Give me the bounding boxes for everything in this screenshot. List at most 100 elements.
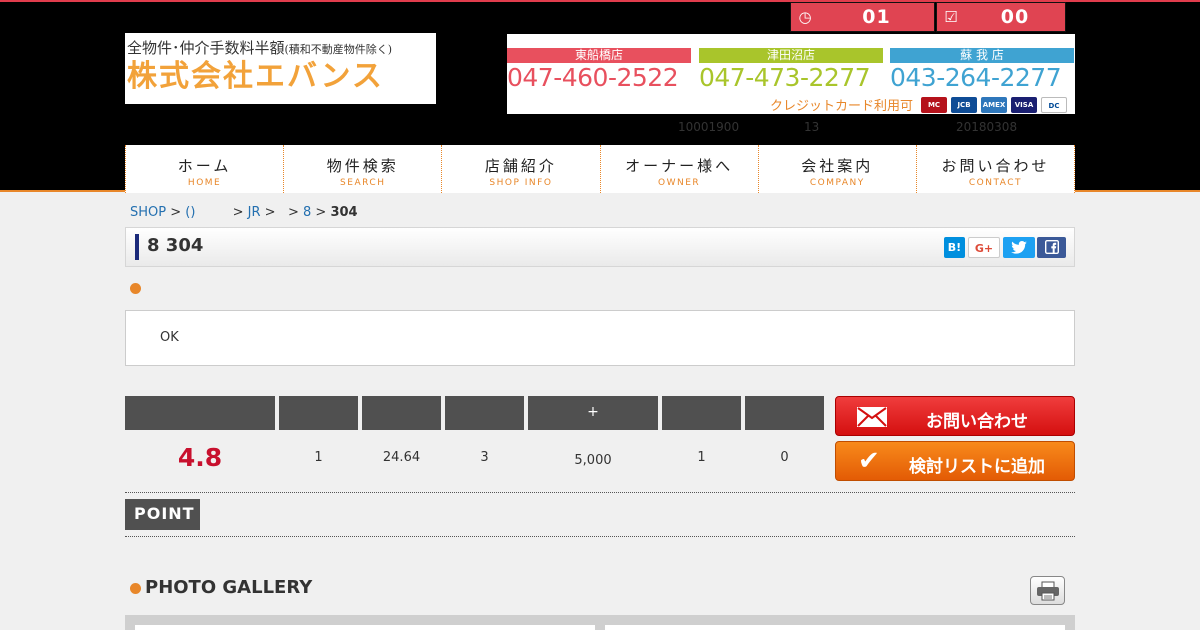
gallery-photo[interactable]	[605, 625, 1065, 630]
clock-icon: ◷	[798, 8, 812, 26]
credit-card-note: クレジットカード利用可	[769, 99, 913, 114]
nav-label: ホーム	[177, 157, 232, 175]
nav-sublabel: CONTACT	[968, 178, 1023, 188]
printer-icon	[1036, 581, 1059, 601]
shop-name: 東船橋店	[507, 48, 691, 63]
hatena-share-button[interactable]: B!	[944, 237, 965, 258]
nav-sublabel: HOME	[187, 178, 222, 188]
spec-header	[662, 396, 741, 430]
twitter-icon	[1011, 241, 1027, 254]
breadcrumb-separator: > >	[260, 205, 303, 220]
nav-sublabel: COMPANY	[809, 178, 865, 188]
section-bullet-icon	[130, 283, 141, 294]
saved-list-count: 00	[1000, 6, 1030, 28]
spec-value: 1	[314, 450, 323, 465]
page-title: 8 304	[147, 235, 204, 256]
mastercard-icon: MC	[921, 96, 947, 113]
visa-icon: VISA	[1011, 96, 1037, 113]
spec-header	[279, 396, 358, 430]
property-note-box: OK	[125, 310, 1075, 366]
checkbox-icon: ☑	[944, 8, 958, 26]
print-button[interactable]	[1030, 576, 1065, 605]
add-to-list-button-label: 検討リストに追加	[909, 457, 1045, 477]
photo-gallery-title: PHOTO GALLERY	[145, 577, 313, 598]
spec-header	[745, 396, 824, 430]
breadcrumb: SHOP > () > JR > > 8 > 304	[130, 205, 358, 220]
spec-header	[445, 396, 524, 430]
breadcrumb-line[interactable]: JR	[248, 205, 261, 220]
facebook-icon	[1044, 240, 1059, 254]
shop-soga[interactable]: 蘇 我 店 043-264-2277	[890, 48, 1074, 93]
nav-label: お問い合わせ	[941, 157, 1050, 175]
add-to-list-button[interactable]: ✔ 検討リストに追加	[835, 441, 1075, 481]
nav-label: 物件検索	[326, 157, 399, 175]
nav-label: オーナー様へ	[625, 157, 734, 175]
breadcrumb-separator: >	[166, 205, 186, 220]
shop-name: 津田沼店	[699, 48, 883, 63]
shop-phone: 047-473-2277	[699, 63, 871, 92]
title-accent-bar	[135, 234, 139, 260]
meta-value: 13	[804, 120, 820, 134]
spec-value: 5,000	[574, 453, 612, 468]
breadcrumb-separator: >	[195, 205, 248, 220]
spec-value: 24.64	[382, 450, 421, 465]
amex-icon: AMEX	[981, 96, 1007, 113]
spec-value: 0	[780, 450, 789, 465]
spec-value: 3	[480, 450, 489, 465]
nav-home[interactable]: ホーム HOME	[126, 145, 285, 193]
property-note-text: OK	[160, 330, 179, 345]
nav-owner[interactable]: オーナー様へ OWNER	[601, 145, 759, 193]
meta-value: 20180308	[956, 120, 1018, 134]
google-plus-share-button[interactable]: G+	[968, 237, 1000, 258]
nav-shop-info[interactable]: 店舗紹介 SHOP INFO	[442, 145, 601, 193]
spec-header: +	[528, 396, 658, 430]
diners-icon: DC	[1041, 96, 1067, 113]
breadcrumb-current: 304	[330, 205, 358, 220]
property-title-bar: 8 304 B! G+	[125, 227, 1075, 267]
jcb-icon: JCB	[951, 96, 977, 113]
logo-company-name: 株式会社エバンス	[127, 59, 384, 94]
saved-list-counter[interactable]: ☑ 00	[936, 2, 1066, 32]
nav-sublabel: SHOP INFO	[489, 178, 553, 188]
nav-label: 店舗紹介	[484, 157, 557, 175]
shop-phone-banner: 東船橋店 047-460-2522 津田沼店 047-473-2277 蘇 我 …	[507, 34, 1075, 114]
shop-name: 蘇 我 店	[890, 48, 1074, 63]
divider	[125, 536, 1075, 537]
shop-tsudanuma[interactable]: 津田沼店 047-473-2277	[699, 48, 883, 93]
view-history-counter[interactable]: ◷ 01	[790, 2, 935, 32]
shop-phone: 047-460-2522	[507, 63, 679, 92]
breadcrumb-shop[interactable]: SHOP	[130, 205, 166, 220]
gallery-photo[interactable]	[135, 625, 595, 630]
spec-header	[362, 396, 441, 430]
nav-search[interactable]: 物件検索 SEARCH	[284, 145, 443, 193]
twitter-share-button[interactable]	[1003, 237, 1035, 258]
nav-label: 会社案内	[801, 157, 874, 175]
shop-phone: 043-264-2277	[890, 63, 1062, 92]
main-nav: ホーム HOME 物件検索 SEARCH 店舗紹介 SHOP INFO オーナー…	[125, 145, 1076, 193]
nav-company[interactable]: 会社案内 COMPANY	[759, 145, 917, 193]
shop-higashifunabashi[interactable]: 東船橋店 047-460-2522	[507, 48, 691, 93]
breadcrumb-area[interactable]: ()	[185, 205, 195, 220]
site-header: ◷ 01 ☑ 00 全物件･仲介手数料半額(積和不動産物件除く) 株式会社エバン…	[0, 0, 1200, 193]
nav-contact[interactable]: お問い合わせ CONTACT	[917, 145, 1076, 193]
point-label: POINT	[125, 499, 200, 530]
photo-gallery	[125, 615, 1075, 630]
logo-tagline-text: 全物件･仲介手数料半額	[127, 39, 285, 57]
company-logo[interactable]: 全物件･仲介手数料半額(積和不動産物件除く) 株式会社エバンス	[125, 33, 436, 104]
logo-tagline: 全物件･仲介手数料半額(積和不動産物件除く)	[127, 37, 434, 58]
spec-header	[125, 396, 275, 430]
nav-sublabel: SEARCH	[340, 178, 386, 188]
meta-value: 10001900	[678, 120, 740, 134]
logo-tagline-note: (積和不動産物件除く)	[284, 43, 393, 56]
divider	[125, 492, 1075, 493]
section-bullet-icon	[130, 583, 141, 594]
credit-cards: クレジットカード利用可 MC JCB AMEX VISA DC	[770, 95, 1067, 114]
rent-price: 4.8	[177, 443, 223, 472]
facebook-share-button[interactable]	[1037, 237, 1066, 258]
nav-sublabel: OWNER	[658, 178, 701, 188]
contact-button[interactable]: お問い合わせ	[835, 396, 1075, 436]
breadcrumb-separator: >	[311, 205, 331, 220]
view-history-count: 01	[862, 6, 891, 28]
contact-button-label: お問い合わせ	[926, 412, 1028, 432]
spec-value: 1	[697, 450, 706, 465]
